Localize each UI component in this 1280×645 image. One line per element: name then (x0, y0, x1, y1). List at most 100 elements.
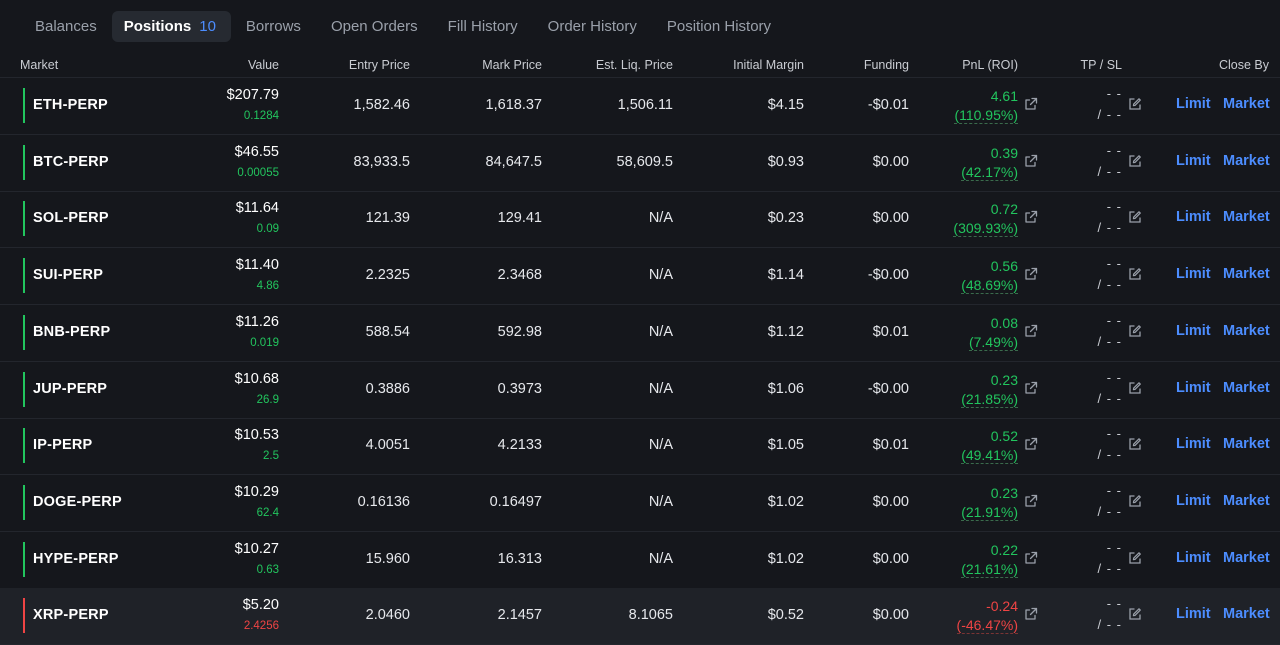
edit-tpsl-icon[interactable] (1128, 437, 1142, 451)
tab-borrows[interactable]: Borrows (231, 11, 316, 42)
edit-tpsl-icon[interactable] (1128, 551, 1142, 565)
edit-tpsl-icon[interactable] (1128, 494, 1142, 508)
entry-price: 1,582.46 (353, 97, 410, 113)
pnl-roi[interactable]: (21.91%) (961, 504, 1018, 521)
tab-label: Balances (35, 18, 97, 35)
edit-tpsl-icon[interactable] (1128, 210, 1142, 224)
close-limit-button[interactable]: Limit (1176, 96, 1211, 112)
table-row[interactable]: SUI-PERP $11.40 4.86 2.2325 2.3468 N/A $1.14 -$… (0, 248, 1280, 306)
share-icon[interactable] (1024, 551, 1038, 565)
share-icon[interactable] (1024, 154, 1038, 168)
close-limit-button[interactable]: Limit (1176, 153, 1211, 169)
pnl-value: 0.72 (990, 201, 1018, 218)
close-market-button[interactable]: Market (1223, 606, 1270, 622)
market-name[interactable]: JUP-PERP (33, 381, 107, 397)
table-row[interactable]: IP-PERP $10.53 2.5 4.0051 4.2133 N/A $1.05 $0.0… (0, 418, 1280, 476)
tab-balances[interactable]: Balances (20, 11, 112, 42)
share-icon[interactable] (1024, 324, 1038, 338)
market-name[interactable]: BTC-PERP (33, 154, 109, 170)
close-market-button[interactable]: Market (1223, 153, 1270, 169)
pnl-roi[interactable]: (7.49%) (968, 334, 1018, 351)
share-icon[interactable] (1024, 97, 1038, 111)
table-row[interactable]: ETH-PERP $207.79 0.1284 1,582.46 1,618.37 1,5… (0, 78, 1280, 135)
pnl-roi[interactable]: (48.69%) (961, 277, 1018, 295)
close-market-button[interactable]: Market (1223, 209, 1270, 225)
table-row[interactable]: BNB-PERP $11.26 0.019 588.54 592.98 N/A $1.12 $… (0, 305, 1280, 362)
tab-open-orders[interactable]: Open Orders (316, 11, 433, 42)
share-icon[interactable] (1024, 494, 1038, 508)
liq-price: 1,506.11 (617, 97, 673, 113)
table-row[interactable]: XRP-PERP $5.20 2.4256 2.0460 2.1457 8.1065 $0.… (0, 588, 1280, 645)
edit-tpsl-icon[interactable] (1128, 381, 1142, 395)
tab-order-history[interactable]: Order History (533, 11, 652, 42)
edit-tpsl-icon[interactable] (1128, 97, 1142, 111)
pnl-roi[interactable]: (309.93%) (953, 220, 1018, 238)
edit-tpsl-icon[interactable] (1128, 154, 1142, 168)
tab-fill-history[interactable]: Fill History (433, 11, 533, 42)
market-name[interactable]: HYPE-PERP (33, 551, 119, 567)
pnl-roi[interactable]: (-46.47%) (956, 617, 1018, 635)
tab-positions[interactable]: Positions 10 (111, 11, 231, 42)
col-header-tp-sl: TP / SL (1080, 58, 1122, 72)
mark-price: 1,618.37 (485, 97, 542, 113)
stop-loss: / - - (1097, 333, 1122, 349)
market-name[interactable]: DOGE-PERP (33, 494, 122, 510)
table-row[interactable]: BTC-PERP $46.55 0.00055 83,933.5 84,647.5 58,… (0, 135, 1280, 192)
close-market-button[interactable]: Market (1223, 266, 1270, 282)
close-limit-button[interactable]: Limit (1176, 436, 1211, 452)
entry-price: 2.0460 (365, 607, 410, 624)
funding: $0.00 (872, 607, 909, 624)
share-icon[interactable] (1024, 267, 1038, 281)
table-row[interactable]: DOGE-PERP $10.29 62.4 0.16136 0.16497 N/A $1.0… (0, 475, 1280, 532)
close-limit-button[interactable]: Limit (1176, 323, 1211, 339)
stop-loss: / - - (1097, 107, 1122, 122)
share-icon[interactable] (1024, 381, 1038, 395)
market-name[interactable]: SOL-PERP (33, 210, 109, 226)
edit-tpsl-icon[interactable] (1128, 267, 1142, 281)
market-name[interactable]: SUI-PERP (33, 267, 103, 283)
pnl-roi[interactable]: (42.17%) (961, 164, 1018, 181)
take-profit: - - (1106, 539, 1122, 555)
close-limit-button[interactable]: Limit (1176, 209, 1211, 225)
stop-loss: / - - (1097, 617, 1122, 633)
close-market-button[interactable]: Market (1223, 436, 1270, 452)
close-market-button[interactable]: Market (1223, 493, 1270, 509)
mark-price: 0.3973 (497, 380, 542, 397)
table-row[interactable]: SOL-PERP $11.64 0.09 121.39 129.41 N/A $0.23 $0… (0, 191, 1280, 249)
liq-price: N/A (648, 380, 673, 397)
pnl-roi[interactable]: (21.85%) (961, 391, 1018, 408)
close-limit-button[interactable]: Limit (1176, 380, 1211, 396)
market-name[interactable]: XRP-PERP (33, 607, 109, 623)
market-name[interactable]: ETH-PERP (33, 97, 108, 113)
table-row[interactable]: JUP-PERP $10.68 26.9 0.3886 0.3973 N/A $1.06 -$… (0, 362, 1280, 419)
close-market-button[interactable]: Market (1223, 380, 1270, 396)
pnl-roi[interactable]: (110.95%) (954, 107, 1018, 124)
pnl-value: 4.61 (990, 88, 1018, 104)
table-row[interactable]: HYPE-PERP $10.27 0.63 15.960 16.313 N/A $1.02 $… (0, 532, 1280, 589)
market-name[interactable]: IP-PERP (33, 437, 92, 453)
close-limit-button[interactable]: Limit (1176, 606, 1211, 622)
pnl-roi[interactable]: (49.41%) (961, 447, 1018, 465)
edit-tpsl-icon[interactable] (1128, 607, 1142, 621)
pnl-roi[interactable]: (21.61%) (961, 561, 1018, 578)
close-limit-button[interactable]: Limit (1176, 266, 1211, 282)
share-icon[interactable] (1024, 210, 1038, 224)
close-limit-button[interactable]: Limit (1176, 550, 1211, 566)
share-icon[interactable] (1024, 437, 1038, 451)
close-market-button[interactable]: Market (1223, 96, 1270, 112)
pnl-value: 0.56 (990, 258, 1018, 275)
position-side-indicator (23, 88, 25, 123)
position-value: $207.79 (226, 87, 279, 103)
funding: -$0.01 (867, 97, 909, 113)
col-header-mark-price: Mark Price (482, 58, 542, 72)
mark-price: 84,647.5 (485, 153, 542, 170)
tab-position-history[interactable]: Position History (652, 11, 786, 42)
share-icon[interactable] (1024, 607, 1038, 621)
close-market-button[interactable]: Market (1223, 550, 1270, 566)
tab-label: Position History (666, 18, 772, 35)
edit-tpsl-icon[interactable] (1128, 324, 1142, 338)
pnl-value: 0.23 (990, 371, 1018, 388)
close-market-button[interactable]: Market (1223, 323, 1270, 339)
market-name[interactable]: BNB-PERP (33, 324, 110, 340)
close-limit-button[interactable]: Limit (1176, 493, 1211, 509)
